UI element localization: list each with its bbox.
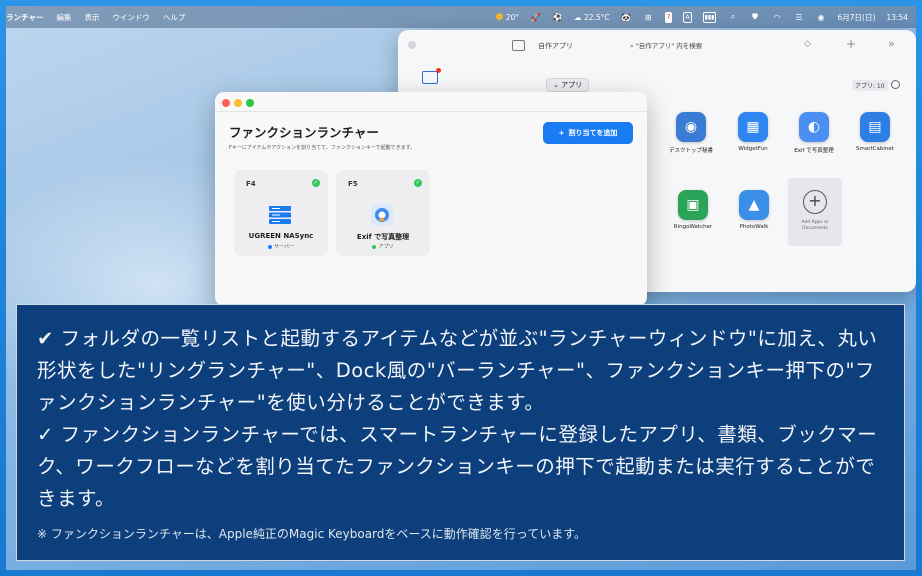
photo-app-icon	[369, 202, 395, 228]
app-tile[interactable]: ▦ WidgetFun	[722, 112, 784, 152]
shield-icon[interactable]: ⛊	[749, 12, 760, 23]
add-button[interactable]: +	[846, 37, 856, 51]
add-apps-tile[interactable]: + Add Apps or Documents	[788, 178, 842, 246]
checkmark-icon: ✓	[312, 179, 320, 187]
wifi-icon[interactable]: ◠	[771, 12, 782, 23]
function-key-label: F4	[246, 180, 256, 188]
dropdown-label: アプリ	[561, 81, 583, 89]
function-key-card[interactable]: F4 ✓ UGREEN NASync サーバー	[234, 170, 328, 256]
input-source-icon[interactable]: A	[683, 11, 692, 23]
card-type-label: サーバー	[274, 244, 294, 250]
menu-window[interactable]: ウインドウ	[112, 12, 150, 23]
card-type-label: アプリ	[378, 244, 394, 250]
grid-icon: ▦	[738, 112, 768, 142]
card-type: サーバー	[234, 243, 328, 250]
window-close-button[interactable]	[408, 41, 416, 49]
caption-paragraph-1: ✔︎ フォルダの一覧リストと起動するアイテムなどが並ぶ"ランチャーウィンドウ"に…	[37, 327, 878, 414]
chevron-down-icon: ⌄	[553, 81, 562, 89]
function-launcher-window: ファンクションランチャー Fキーにアイテムやアクションを割り当てて、ファンクショ…	[215, 92, 647, 306]
search-placeholder: "自作アプリ" 内を検索	[635, 42, 703, 50]
menu-app-name[interactable]: ランチャー	[6, 12, 43, 23]
card-type: アプリ	[336, 243, 430, 250]
rocket-icon[interactable]: 🚀	[530, 12, 541, 23]
menu-bar-left: ランチャー 編集 表示 ウインドウ ヘルプ	[6, 12, 185, 23]
caption-paragraph-2: ✓ ファンクションランチャーでは、スマートランチャーに登録したアプリ、書類、ブッ…	[37, 423, 878, 510]
plus-icon: +	[558, 129, 565, 137]
add-assignment-label: 割り当てを追加	[568, 129, 618, 137]
server-icon	[267, 202, 293, 228]
function-key-label: F5	[348, 180, 358, 188]
weather-status[interactable]: 20°	[495, 12, 520, 22]
checkmark-icon: ✓	[414, 179, 422, 187]
add-assignment-button[interactable]: + 割り当てを追加	[543, 122, 633, 144]
minimize-button[interactable]	[234, 99, 242, 107]
menu-view[interactable]: 表示	[84, 12, 99, 23]
app-count-badge: アプリ: 10	[852, 80, 888, 91]
app-tile[interactable]: ▤ SmartCabinet	[844, 112, 906, 152]
plus-circle-icon: +	[803, 190, 827, 214]
caption-note: ※ ファンクションランチャーは、Apple純正のMagic Keyboardをベ…	[37, 527, 586, 541]
search-field[interactable]: ⌕ "自作アプリ" 内を検索	[630, 40, 702, 51]
weather-status-2[interactable]: ☁ 22.5°C	[574, 13, 610, 22]
card-name: Exif で写真整理	[356, 233, 410, 241]
title-divider	[215, 111, 647, 112]
menu-edit[interactable]: 編集	[56, 12, 71, 23]
landscape-icon: ▲	[739, 190, 769, 220]
app-name: PhotoWalk	[739, 224, 769, 230]
sidebar-toggle-icon[interactable]	[512, 40, 525, 51]
menu-date[interactable]: 6月7日(日)	[837, 12, 875, 23]
person-icon: ◉	[676, 112, 706, 142]
close-button[interactable]	[222, 99, 230, 107]
card-name: UGREEN NASync	[248, 232, 314, 240]
options-icon[interactable]	[891, 80, 900, 89]
menu-help[interactable]: ヘルプ	[163, 12, 186, 23]
screenshot-frame: ランチャー 編集 表示 ウインドウ ヘルプ 20° 🚀 ⚽ ☁ 22.5°C 🐼…	[0, 0, 922, 576]
menu-extra-icon[interactable]: ⊞	[643, 12, 654, 23]
photo-icon: ◐	[799, 112, 829, 142]
function-key-card[interactable]: F5 ✓ Exif で写真整理 アプリ	[336, 170, 430, 256]
chevron-right-icon[interactable]: »	[888, 37, 895, 50]
battery-icon[interactable]: ▮▮▮	[702, 11, 717, 23]
tag-icon[interactable]: ◇	[804, 39, 811, 49]
traffic-lights	[222, 99, 254, 107]
caption-box: ✔︎ フォルダの一覧リストと起動するアイテムなどが並ぶ"ランチャーウィンドウ"に…	[16, 304, 905, 561]
folder-badge-icon[interactable]	[422, 68, 441, 84]
zoom-button[interactable]	[246, 99, 254, 107]
weather-temp-2: 22.5°C	[583, 12, 610, 22]
app-tile[interactable]: ▣ RingoWatcher	[662, 190, 724, 230]
search-icon[interactable]: ⌕	[727, 12, 738, 23]
calendar-icon[interactable]: 7	[664, 11, 673, 23]
siri-icon[interactable]: ◉	[815, 12, 826, 23]
add-apps-label: Add Apps or Documents	[801, 220, 829, 231]
app-tile[interactable]: ◉ デスクトップ秘書	[660, 112, 722, 154]
window-title: 自作アプリ	[538, 42, 573, 50]
app-name: RingoWatcher	[673, 224, 713, 230]
sun-icon	[495, 12, 503, 20]
status-dot	[372, 244, 377, 249]
soccer-ball-icon[interactable]: ⚽	[552, 12, 563, 23]
control-center-icon[interactable]: ☰	[793, 12, 804, 23]
menu-bar: ランチャー 編集 表示 ウインドウ ヘルプ 20° 🚀 ⚽ ☁ 22.5°C 🐼…	[6, 6, 916, 28]
app-name: SmartCabinet	[856, 146, 894, 152]
menu-bar-right: 20° 🚀 ⚽ ☁ 22.5°C 🐼 ⊞ 7 A ▮▮▮ ⌕ ⛊ ◠ ☰ ◉ 6…	[495, 11, 916, 23]
panda-icon[interactable]: 🐼	[621, 12, 632, 23]
app-tile[interactable]: ◐ Exif で写真整理	[783, 112, 845, 154]
watch-icon: ▣	[678, 190, 708, 220]
app-name: Exif で写真整理	[794, 148, 834, 154]
page-subtitle: Fキーにアイテムやアクションを割り当てて、ファンクションキーで起動できます。	[229, 145, 416, 151]
category-dropdown[interactable]: ⌄ アプリ	[546, 78, 590, 92]
cabinet-icon: ▤	[860, 112, 890, 142]
weather-temp: 20°	[505, 12, 520, 22]
status-dot	[268, 244, 273, 249]
app-tile[interactable]: ▲ PhotoWalk	[723, 190, 785, 230]
cloud-icon: ☁	[574, 12, 584, 22]
page-title: ファンクションランチャー	[229, 125, 379, 140]
menu-time[interactable]: 13:54	[886, 13, 908, 22]
app-name: デスクトップ秘書	[668, 148, 713, 154]
app-name: WidgetFun	[738, 146, 768, 152]
